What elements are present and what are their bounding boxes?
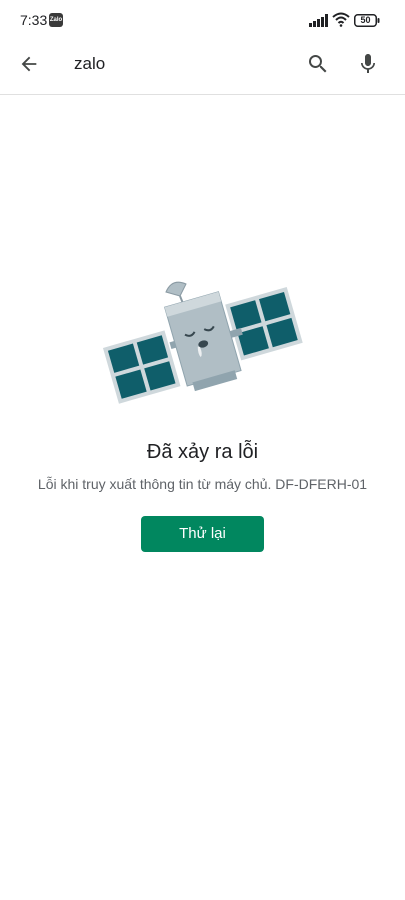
error-message: Lỗi khi truy xuất thông tin từ máy chủ. … xyxy=(37,476,368,492)
status-time: 7:33 xyxy=(20,12,48,28)
retry-button[interactable]: Thử lại xyxy=(141,516,264,552)
wifi-icon xyxy=(332,12,350,27)
back-button[interactable] xyxy=(9,44,49,84)
search-button[interactable] xyxy=(298,44,338,84)
zalo-notification-icon: Zalo xyxy=(49,13,63,27)
sleeping-satellite-illustration xyxy=(102,281,303,404)
arrow-back-icon xyxy=(21,56,37,72)
left-solar-panel-icon xyxy=(102,330,181,404)
status-bar: 7:33 Zalo 50 xyxy=(0,0,405,40)
mic-icon xyxy=(361,54,375,73)
search-query-text[interactable]: zalo xyxy=(74,54,105,74)
battery-level: 50 xyxy=(360,15,371,25)
search-icon xyxy=(309,55,327,73)
search-app-bar: zalo xyxy=(0,40,405,95)
app-screen: 7:33 Zalo 50 zalo Đã xảy ra lỗi Lỗi khi … xyxy=(0,0,405,900)
voice-search-button[interactable] xyxy=(348,44,388,84)
right-solar-panel-icon xyxy=(225,287,303,361)
signal-icon xyxy=(309,14,328,27)
error-title: Đã xảy ra lỗi xyxy=(146,441,259,463)
